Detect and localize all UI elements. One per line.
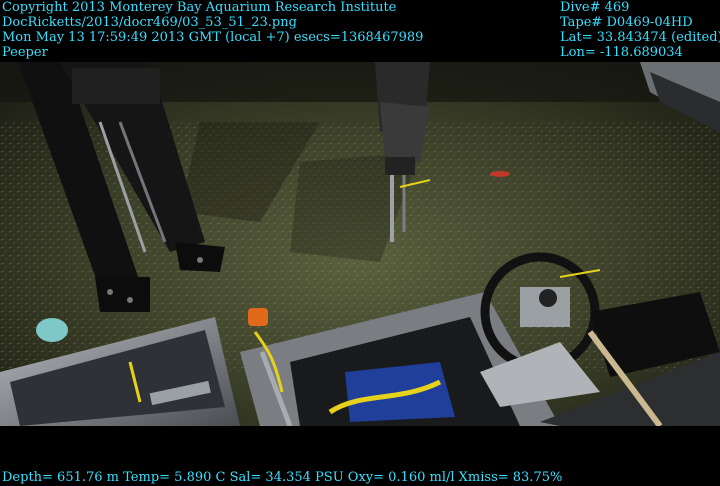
tape-line: Tape# D0469-04HD <box>560 15 693 30</box>
orange-float <box>248 308 268 326</box>
video-frame: Copyright 2013 Monterey Bay Aquarium Res… <box>0 0 720 486</box>
sensor-readout: Depth= 651.76 m Temp= 5.890 C Sal= 34.35… <box>2 470 563 485</box>
sponge <box>36 318 68 342</box>
longitude-line: Lon= -118.689034 <box>560 45 683 60</box>
seafloor-scene <box>0 62 720 426</box>
copyright-line: Copyright 2013 Monterey Bay Aquarium Res… <box>2 0 397 15</box>
overlay-top-right: Dive# 469 Tape# D0469-04HD Lat= 33.84347… <box>560 0 720 60</box>
fish <box>490 171 510 177</box>
timestamp-line: Mon May 13 17:59:49 2013 GMT (local +7) … <box>2 30 424 45</box>
filename-line: DocRicketts/2013/docr469/03_53_51_23.png <box>2 15 297 30</box>
latitude-line: Lat= 33.843474 (edited) <box>560 30 720 45</box>
camera-line: Peeper <box>2 45 48 60</box>
overlay-top-left: Copyright 2013 Monterey Bay Aquarium Res… <box>2 0 423 60</box>
dive-line: Dive# 469 <box>560 0 630 15</box>
